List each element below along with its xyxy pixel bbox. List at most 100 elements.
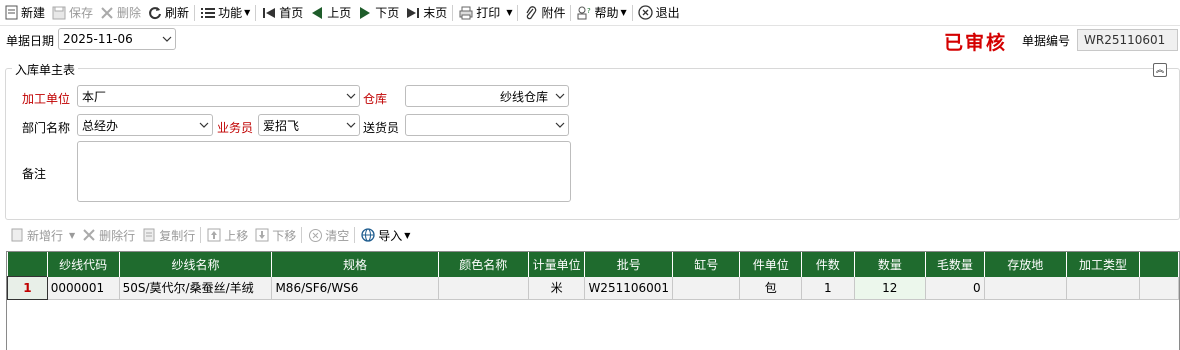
chevron-down-icon — [343, 93, 359, 99]
date-picker[interactable]: 2025-11-06 — [58, 28, 176, 50]
col-header[interactable]: 缸号 — [672, 252, 741, 277]
move-up-button[interactable]: 上移 — [203, 224, 251, 246]
cell-gross-qty[interactable]: 0 — [925, 276, 985, 300]
help-menu-button[interactable]: ? 帮助 ▼ — [573, 2, 629, 24]
print-label: 打印 — [476, 6, 501, 20]
col-header[interactable]: 规格 — [271, 252, 439, 277]
detail-toolbar: 新增行 ▼ 删除行 复制行 上移 下移 清空 导入 ▼ — [0, 222, 1180, 248]
process-unit-value: 本厂 — [82, 89, 107, 104]
cell-color[interactable] — [438, 276, 529, 300]
toolbar-divider — [517, 4, 519, 21]
chevron-down-icon — [196, 122, 212, 128]
col-header[interactable]: 纱线名称 — [119, 252, 273, 277]
add-row-label: 新增行 — [27, 228, 64, 243]
clear-button[interactable]: 清空 — [304, 224, 352, 246]
date-value: 2025-11-06 — [63, 32, 133, 46]
main-toolbar: 新建 保存 删除 刷新 功能 ▼ 首页 上页 下页 末页 打印 ▼ 附件 ? 帮… — [0, 0, 1180, 26]
detail-table: 纱线代码 纱线名称 规格 颜色名称 计量单位 批号 缸号 件单位 件数 数量 毛… — [7, 252, 1179, 300]
col-header[interactable]: 数量 — [854, 252, 927, 277]
delete-row-button[interactable]: 删除行 — [78, 224, 138, 246]
globe-icon — [360, 227, 376, 243]
help-label: 帮助 — [594, 6, 619, 20]
svg-text:?: ? — [587, 7, 591, 15]
col-header[interactable]: 计量单位 — [528, 252, 586, 277]
paperclip-icon — [523, 5, 539, 21]
attachment-label: 附件 — [541, 6, 566, 20]
dept-select[interactable]: 总经办 — [77, 114, 213, 136]
row-number[interactable]: 1 — [7, 276, 48, 300]
first-page-button[interactable]: 首页 — [258, 2, 306, 24]
toolbar-divider — [452, 4, 454, 21]
cell-qty[interactable]: 12 — [854, 276, 927, 300]
col-header[interactable]: 存放地 — [984, 252, 1067, 277]
save-button[interactable]: 保存 — [48, 2, 96, 24]
function-menu-button[interactable]: 功能 ▼ — [197, 2, 253, 24]
cell-piece-unit[interactable]: 包 — [739, 276, 802, 300]
exit-button[interactable]: 退出 — [635, 2, 683, 24]
warehouse-value: 纱线仓库 — [499, 89, 548, 104]
toolbar-divider — [255, 4, 257, 21]
next-page-label: 下页 — [375, 6, 400, 20]
prev-page-label: 上页 — [327, 6, 352, 20]
new-label: 新建 — [21, 6, 46, 20]
cell-batch[interactable]: W251106001 — [584, 276, 674, 300]
cell-vat[interactable] — [672, 276, 741, 300]
clear-circle-x-icon — [307, 227, 323, 243]
print-button[interactable]: 打印 ▼ — [455, 2, 515, 24]
deliverer-select[interactable] — [405, 114, 569, 136]
col-header[interactable]: 毛数量 — [925, 252, 985, 277]
filler-cell — [1139, 276, 1179, 300]
first-page-label: 首页 — [279, 6, 304, 20]
refresh-icon — [147, 5, 163, 21]
delete-label: 删除 — [117, 6, 142, 20]
cell-spec[interactable]: M86/SF6/WS6 — [271, 276, 439, 300]
dept-value: 总经办 — [82, 118, 119, 133]
caret-down-icon: ▼ — [506, 8, 513, 17]
cell-process-type[interactable] — [1066, 276, 1141, 300]
docno-field[interactable]: WR25110601 — [1077, 29, 1178, 51]
move-down-button[interactable]: 下移 — [251, 224, 299, 246]
cell-code[interactable]: 0000001 — [47, 276, 120, 300]
list-icon — [200, 5, 216, 21]
col-header[interactable]: 颜色名称 — [438, 252, 529, 277]
cell-location[interactable] — [984, 276, 1067, 300]
col-header[interactable]: 件数 — [801, 252, 855, 277]
col-header[interactable]: 纱线代码 — [47, 252, 120, 277]
cell-unit[interactable]: 米 — [528, 276, 586, 300]
import-menu-button[interactable]: 导入 ▼ — [357, 224, 413, 246]
printer-icon — [458, 5, 474, 21]
delete-x-icon — [99, 5, 115, 21]
toolbar-divider — [194, 4, 196, 21]
table-row[interactable]: 1 0000001 50S/莫代尔/桑蚕丝/羊绒 M86/SF6/WS6 米 W… — [7, 276, 1179, 300]
collapse-up-icon[interactable]: ︽ — [1153, 63, 1167, 77]
function-label: 功能 — [218, 6, 243, 20]
cell-pieces[interactable]: 1 — [801, 276, 855, 300]
process-unit-label: 加工单位 — [22, 92, 71, 106]
prev-page-button[interactable]: 上页 — [306, 2, 354, 24]
process-unit-select[interactable]: 本厂 — [77, 85, 360, 107]
salesman-select[interactable]: 爱招飞 — [258, 114, 360, 136]
save-label: 保存 — [69, 6, 94, 20]
delete-button[interactable]: 删除 — [96, 2, 144, 24]
next-page-button[interactable]: 下页 — [354, 2, 402, 24]
first-page-icon — [261, 5, 277, 21]
col-header[interactable]: 件单位 — [739, 252, 802, 277]
new-button[interactable]: 新建 — [0, 2, 48, 24]
last-page-button[interactable]: 末页 — [402, 2, 450, 24]
copy-row-button[interactable]: 复制行 — [138, 224, 198, 246]
move-down-label: 下移 — [272, 228, 297, 243]
approved-stamp: 已审核 — [944, 32, 1008, 54]
add-row-button[interactable]: 新增行 ▼ — [6, 224, 78, 246]
remark-textarea[interactable] — [77, 141, 571, 202]
import-label: 导入 — [378, 228, 403, 243]
cell-name[interactable]: 50S/莫代尔/桑蚕丝/羊绒 — [119, 276, 273, 300]
attachment-button[interactable]: 附件 — [520, 2, 568, 24]
date-label: 单据日期 — [6, 34, 55, 48]
exit-label: 退出 — [655, 6, 680, 20]
toolbar-divider — [301, 227, 303, 243]
new-document-icon — [3, 5, 19, 21]
col-header[interactable]: 批号 — [584, 252, 674, 277]
col-header[interactable]: 加工类型 — [1066, 252, 1141, 277]
refresh-button[interactable]: 刷新 — [144, 2, 192, 24]
warehouse-select[interactable]: 纱线仓库 — [405, 85, 569, 107]
